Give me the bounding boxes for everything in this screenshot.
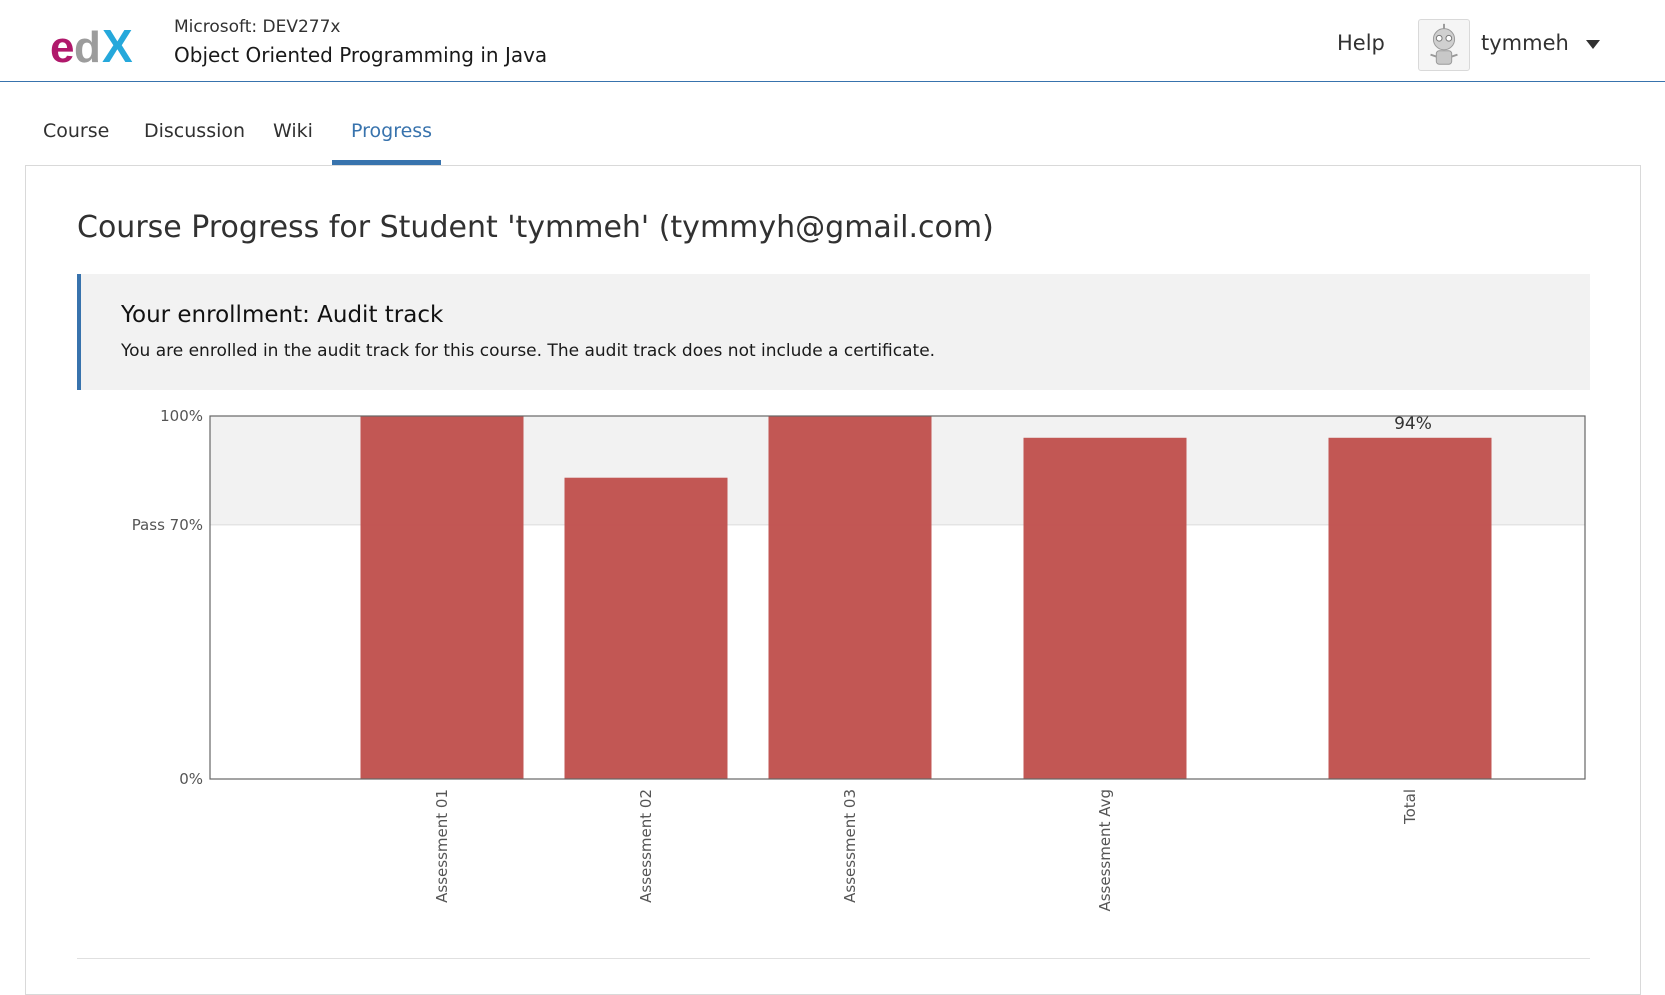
svg-text:X: X	[102, 22, 133, 68]
avatar[interactable]	[1418, 19, 1470, 71]
tab-course[interactable]: Course	[43, 120, 109, 142]
course-org: Microsoft: DEV277x	[174, 17, 341, 37]
tab-wiki[interactable]: Wiki	[273, 120, 313, 142]
edx-logo[interactable]: e d X	[50, 22, 150, 68]
notice-text: You are enrolled in the audit track for …	[121, 341, 936, 361]
bar-total	[1328, 437, 1492, 779]
site-header: e d X Microsoft: DEV277x Object Oriented…	[0, 0, 1665, 82]
y-tick-label: 0%	[179, 770, 203, 788]
course-title: Object Oriented Programming in Java	[174, 43, 548, 67]
x-tick-label: Assessment Avg	[1096, 789, 1114, 912]
grade-chart: 100% Pass 70% 0% Assessment 01 Assessment 02…	[132, 407, 1586, 912]
x-tick-label: Total	[1401, 789, 1419, 825]
bar-assessment-avg	[1023, 437, 1187, 779]
tab-progress[interactable]: Progress	[351, 120, 432, 142]
x-tick-label: Assessment 02	[637, 789, 655, 903]
progress-panel: Course Progress for Student 'tymmeh' (ty…	[25, 165, 1641, 995]
bar-assessment-01	[360, 416, 524, 779]
svg-text:d: d	[74, 23, 101, 68]
username-menu[interactable]: tymmeh	[1481, 31, 1569, 55]
bar-assessment-02	[564, 477, 728, 779]
x-tick-label: Assessment 01	[433, 789, 451, 903]
bar-assessment-03	[768, 416, 932, 779]
page-title: Course Progress for Student 'tymmeh' (ty…	[77, 210, 994, 245]
y-tick-label: 100%	[160, 407, 203, 425]
section-divider	[77, 958, 1590, 959]
tab-discussion[interactable]: Discussion	[144, 120, 245, 142]
y-tick-label: Pass 70%	[132, 516, 203, 534]
caret-down-icon[interactable]	[1586, 40, 1600, 49]
svg-text:e: e	[50, 23, 74, 68]
help-link[interactable]: Help	[1337, 31, 1385, 55]
enrollment-notice: Your enrollment: Audit track You are enr…	[77, 274, 1590, 390]
notice-title: Your enrollment: Audit track	[121, 302, 444, 328]
course-tabs: Course Discussion Wiki Progress	[0, 110, 1665, 166]
data-label: 94%	[1394, 414, 1432, 434]
robot-avatar-icon	[1430, 23, 1458, 65]
x-tick-label: Assessment 03	[841, 789, 859, 903]
